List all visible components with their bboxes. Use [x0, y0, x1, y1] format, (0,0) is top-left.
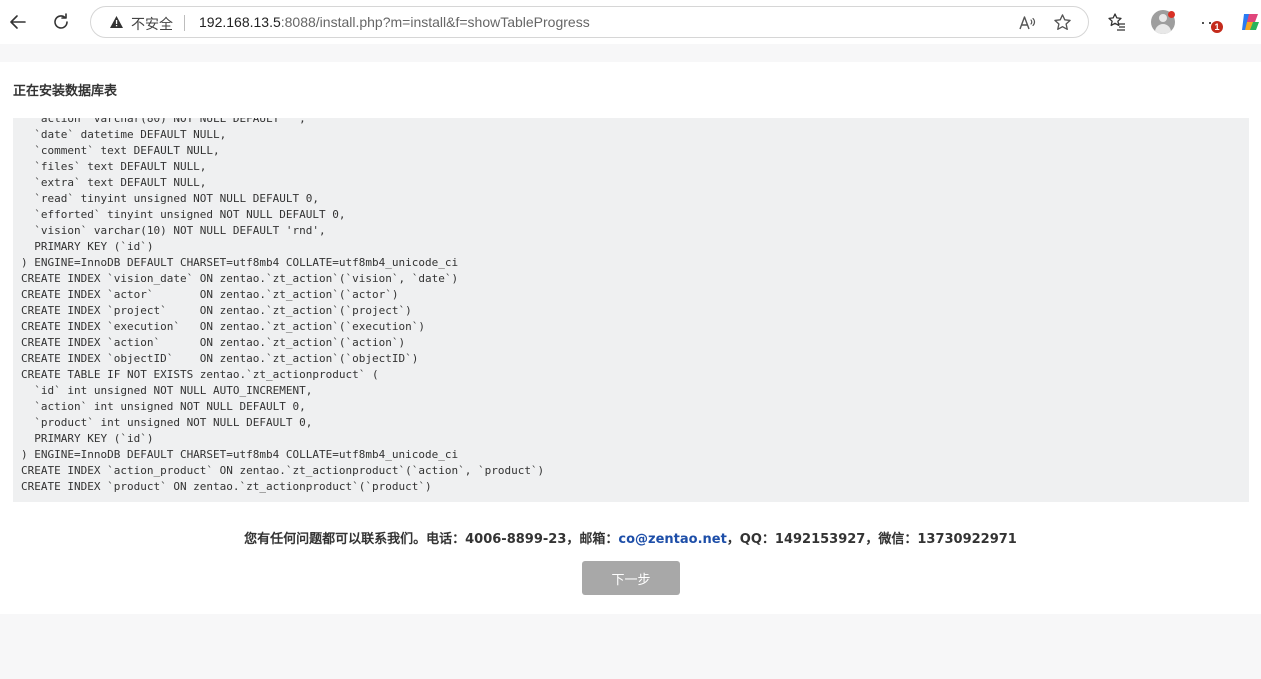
contact-prefix: 您有任何问题都可以联系我们。电话：4006-8899-23，邮箱：	[244, 532, 619, 547]
favorite-star-icon[interactable]	[1053, 13, 1072, 37]
notification-badge: 1	[1211, 21, 1223, 33]
read-aloud-icon[interactable]	[1018, 14, 1036, 37]
back-icon[interactable]	[4, 8, 32, 36]
avatar-body	[1155, 24, 1171, 34]
warning-icon[interactable]	[109, 15, 124, 34]
profile-status-dot	[1168, 11, 1175, 18]
refresh-icon[interactable]	[47, 8, 75, 36]
browser-toolbar: 不安全 192.168.13.5:8088/install.php?m=inst…	[0, 0, 1261, 44]
address-separator	[184, 15, 185, 31]
address-bar[interactable]: 不安全 192.168.13.5:8088/install.php?m=inst…	[90, 6, 1089, 38]
contact-email-link[interactable]: co@zentao.net	[618, 532, 726, 547]
url-path: :8088/install.php?m=install&f=showTableP…	[280, 14, 590, 30]
contact-info: 您有任何问题都可以联系我们。电话：4006-8899-23，邮箱：co@zent…	[0, 528, 1261, 547]
install-panel: 正在安装数据库表 `action` varchar(80) NOT NULL D…	[0, 62, 1261, 614]
url-host: 192.168.13.5	[199, 14, 281, 30]
avatar-head	[1159, 14, 1167, 22]
next-step-button[interactable]: 下一步	[582, 561, 680, 595]
favorites-list-icon[interactable]	[1103, 8, 1131, 36]
page-title: 正在安装数据库表	[13, 84, 118, 99]
url-text[interactable]: 192.168.13.5:8088/install.php?m=install&…	[199, 14, 590, 30]
sql-log-box[interactable]: `action` varchar(80) NOT NULL DEFAULT ''…	[13, 118, 1249, 502]
security-label[interactable]: 不安全	[131, 14, 173, 34]
contact-suffix: ，QQ：1492153927，微信：13730922971	[726, 532, 1017, 547]
sql-log-text: `action` varchar(80) NOT NULL DEFAULT ''…	[21, 118, 545, 493]
copilot-icon[interactable]	[1239, 11, 1261, 33]
